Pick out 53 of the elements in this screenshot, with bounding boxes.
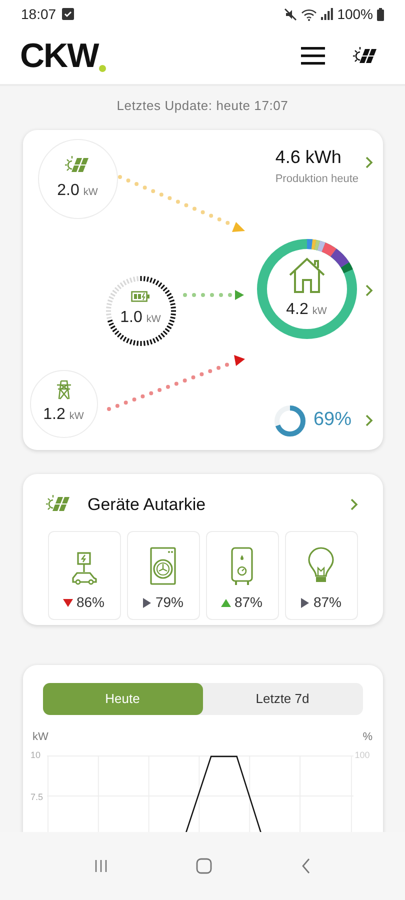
axis-unit: % [362, 730, 372, 744]
autarky-ring [274, 404, 306, 436]
battery-charging-icon [130, 291, 150, 302]
grid-power-value: 1.2 [43, 405, 66, 425]
notification-check-icon [62, 8, 74, 20]
chevron-right-icon[interactable] [364, 284, 372, 296]
back-icon[interactable] [300, 858, 311, 874]
chevron-right-icon[interactable] [350, 498, 358, 511]
battery-flow-arrow [182, 290, 244, 300]
device-autarky-value: 79% [155, 593, 184, 612]
autarky-percent: 69% [313, 408, 352, 432]
chevron-right-icon[interactable] [364, 414, 372, 427]
chevron-right-icon[interactable] [364, 156, 372, 168]
devices-title: Geräte Autarkie [88, 494, 206, 516]
home-nav-icon[interactable] [196, 858, 212, 874]
axis-tick: 7.5 [30, 790, 44, 804]
solar-power-value: 2.0 [57, 180, 80, 200]
battery-power-value: 1.0 [120, 308, 142, 328]
grid-node[interactable]: 1.2 kW [30, 370, 98, 438]
last-update-text: Letztes Update: heute 17:07 [116, 97, 288, 115]
battery-gauge-ring [104, 274, 176, 346]
status-time: 18:07 [21, 4, 56, 24]
unit-label: kW [83, 186, 98, 200]
unit-label: kW [69, 410, 84, 424]
battery-icon [377, 8, 384, 20]
device-tile[interactable]: 86% [48, 531, 120, 620]
device-tile[interactable]: 87% [284, 531, 358, 620]
water-heater-icon [230, 546, 254, 586]
axis-tick: 10 [30, 749, 42, 762]
washing-machine-icon [149, 546, 177, 586]
device-tile[interactable]: 79% [126, 531, 200, 620]
axis-unit: kW [32, 730, 48, 744]
wifi-icon [301, 8, 318, 20]
ckw-logo: CKW [20, 39, 106, 73]
device-autarky-value: 86% [76, 593, 105, 612]
power-pylon-icon [56, 380, 72, 400]
menu-icon[interactable] [301, 47, 325, 65]
solar-node[interactable]: 2.0 kW [38, 138, 118, 218]
device-autarky-value: 87% [313, 593, 342, 612]
house-power-value: 4.2 [286, 300, 308, 320]
production-value: 4.6 kWh [275, 146, 342, 168]
device-autarky-value: 87% [234, 593, 263, 612]
signal-icon [321, 8, 334, 20]
unit-label: kW [312, 304, 327, 318]
mute-icon [284, 8, 298, 20]
battery-percent: 100% [337, 4, 373, 24]
recent-apps-icon[interactable] [94, 859, 108, 873]
ev-charger-icon [70, 552, 98, 586]
unit-label: kW [146, 313, 161, 327]
production-label: Produktion heute [275, 172, 358, 186]
device-tile[interactable]: 87% [206, 531, 278, 620]
period-tab[interactable]: Letzte 7d [202, 682, 362, 714]
house-icon [286, 256, 326, 294]
